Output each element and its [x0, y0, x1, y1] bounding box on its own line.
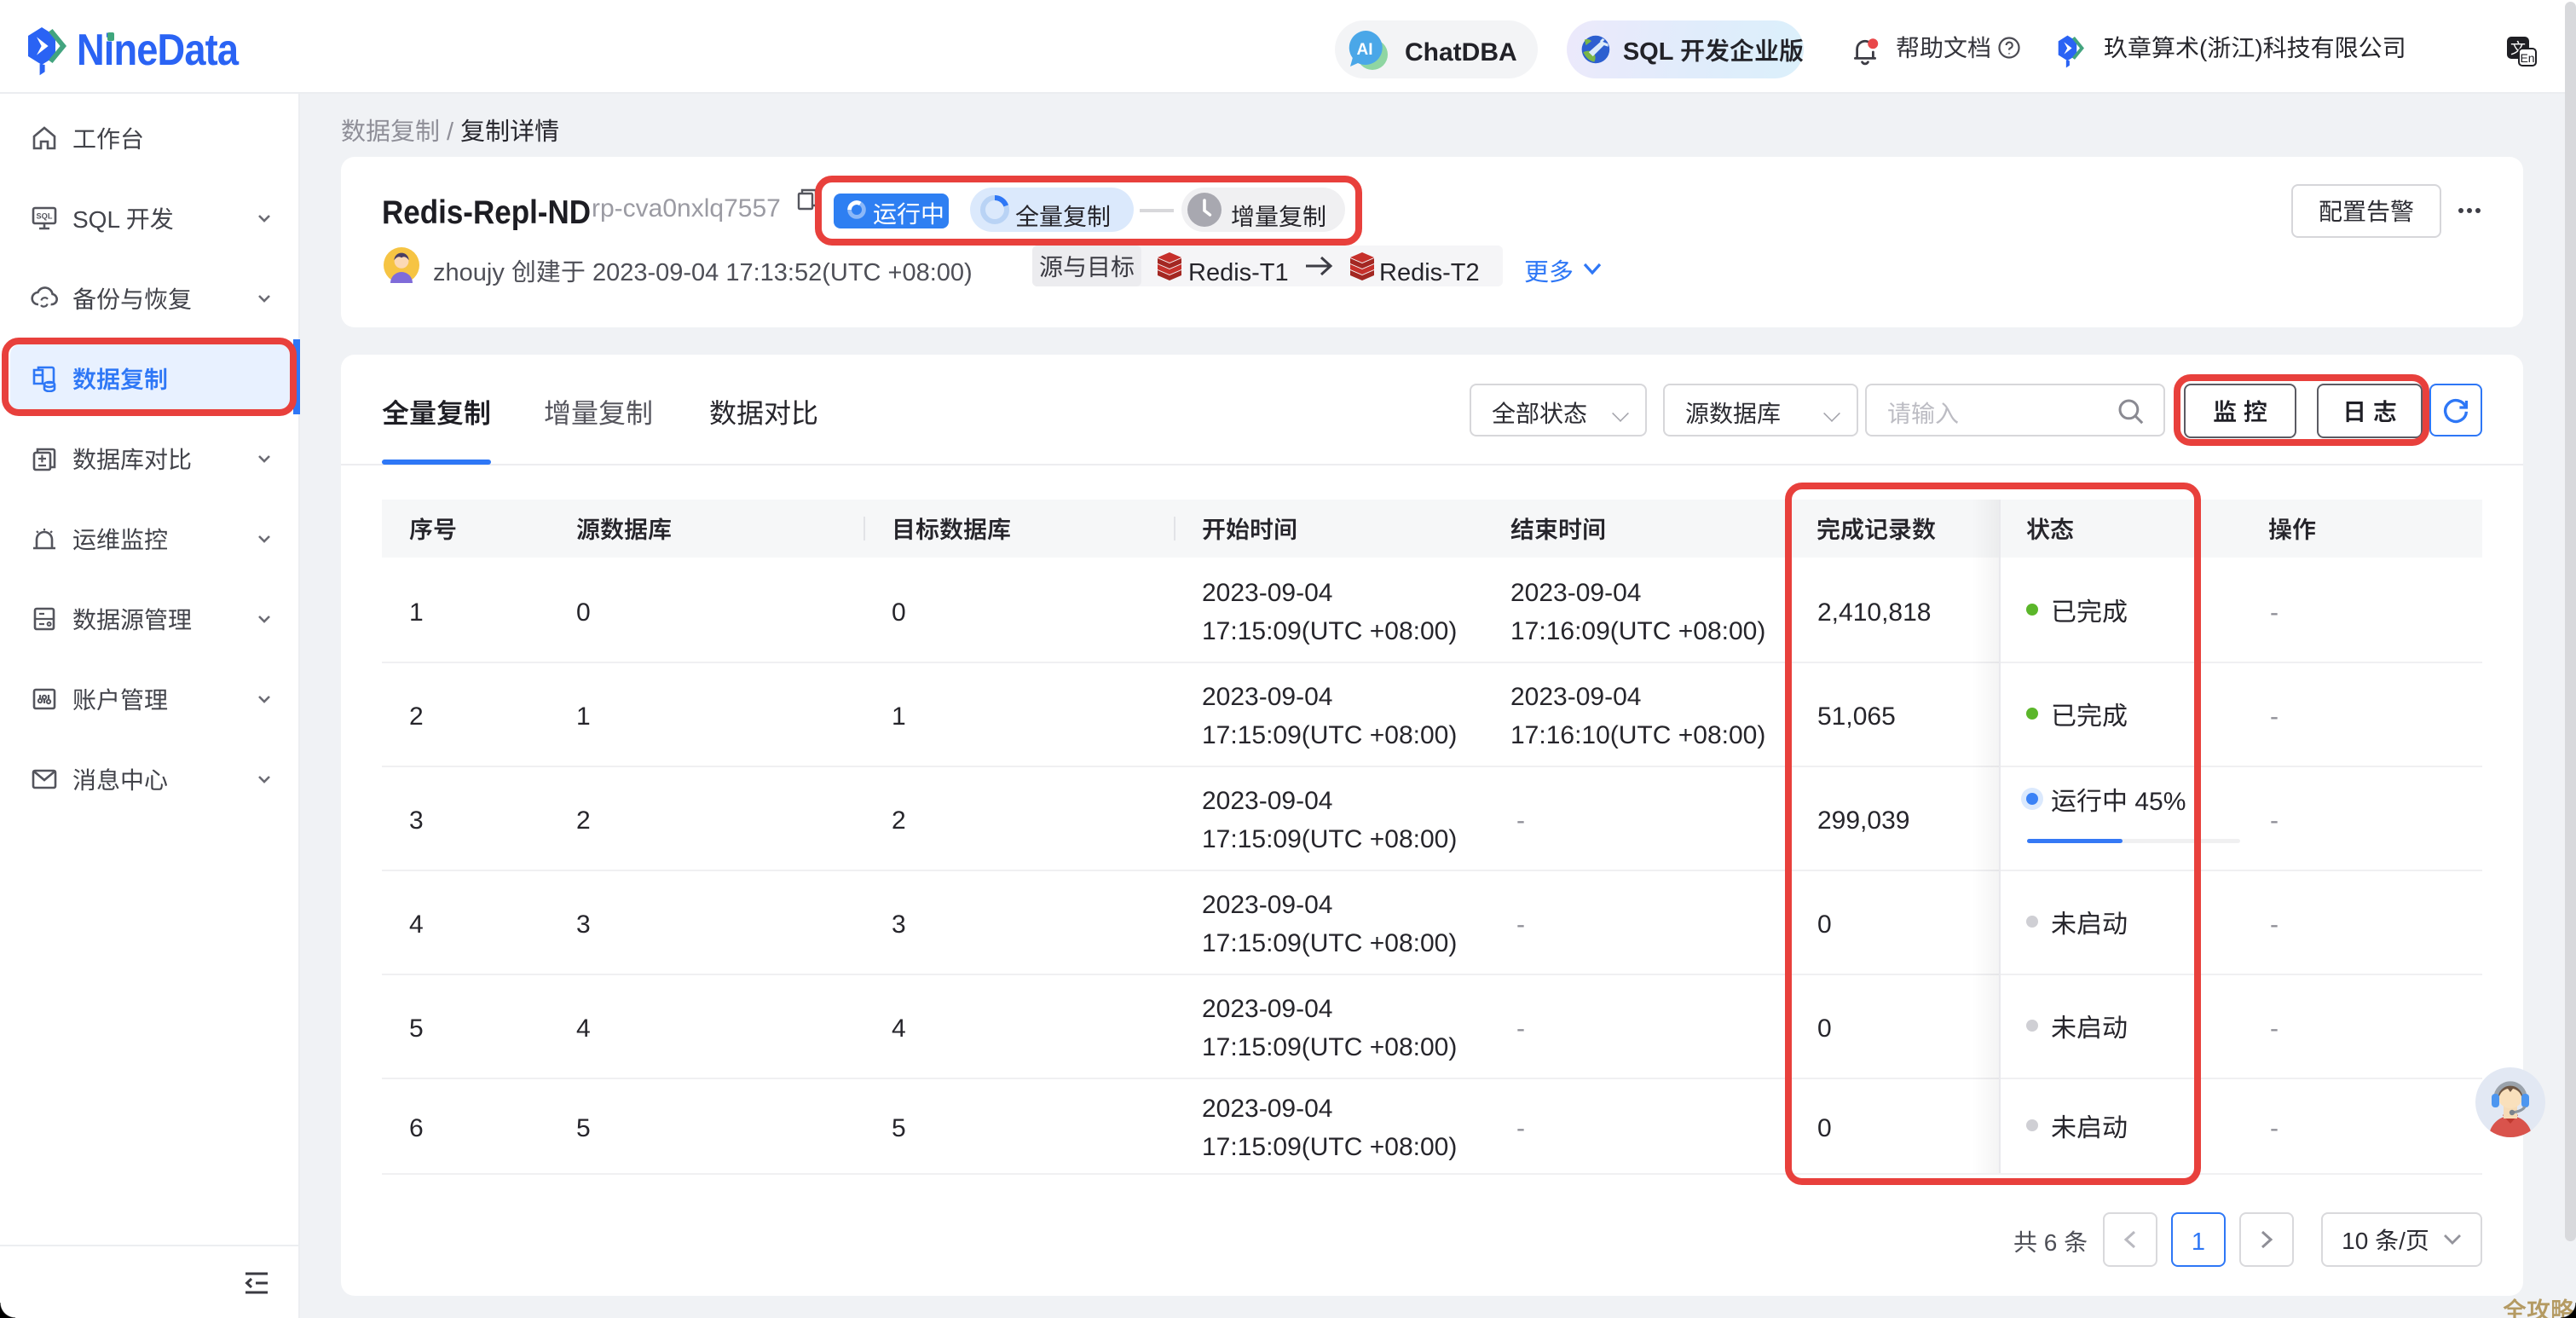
svg-text:SQL: SQL	[37, 211, 53, 220]
svg-text:AI: AI	[1357, 41, 1373, 59]
svg-text:En: En	[2520, 51, 2534, 65]
